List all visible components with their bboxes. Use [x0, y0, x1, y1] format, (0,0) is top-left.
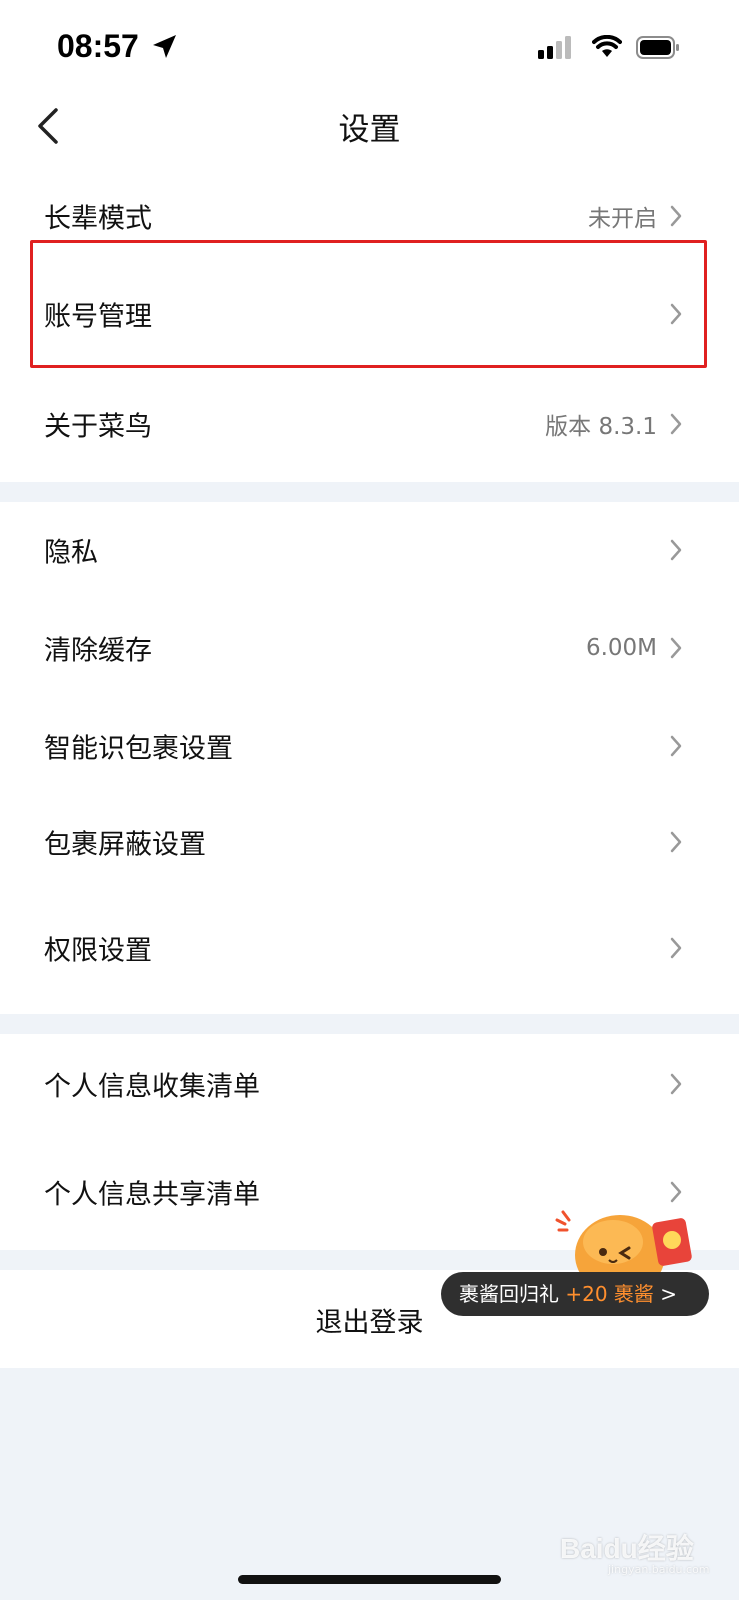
row-label: 清除缓存 [44, 635, 152, 667]
highlight-annotation-box [30, 240, 707, 368]
row-permission-settings[interactable]: 权限设置 [0, 894, 739, 1014]
chevron-right-icon [670, 937, 682, 959]
watermark-logo: Baidu经验 [560, 1533, 694, 1564]
row-elder-mode[interactable]: 长辈模式 未开启 [0, 162, 739, 252]
row-smart-package-settings[interactable]: 智能识包裹设置 [0, 698, 739, 796]
status-bar: 08:57 [0, 0, 739, 96]
promo-reward: +20 裹酱 [565, 1282, 654, 1306]
row-value: 未开启 [588, 206, 657, 232]
row-label: 关于菜鸟 [44, 411, 152, 443]
row-label: 长辈模式 [44, 203, 152, 235]
watermark-url: jingyan.baidu.com [608, 1563, 710, 1576]
chevron-right-icon [670, 637, 682, 659]
row-label: 个人信息收集清单 [44, 1071, 260, 1103]
promo-text: 裹酱回归礼 [459, 1282, 559, 1306]
row-value: 版本 8.3.1 [545, 414, 657, 440]
row-clear-cache[interactable]: 清除缓存 6.00M [0, 600, 739, 698]
chevron-right-icon [670, 205, 682, 227]
status-time: 08:57 [57, 28, 139, 64]
chevron-right-icon [670, 539, 682, 561]
chevron-right-icon [670, 831, 682, 853]
mascot-icon[interactable] [555, 1200, 715, 1280]
wifi-icon [592, 35, 622, 57]
row-about-cainiao[interactable]: 关于菜鸟 版本 8.3.1 [0, 362, 739, 472]
chevron-right-icon [670, 413, 682, 435]
row-label: 个人信息共享清单 [44, 1179, 260, 1211]
row-label: 包裹屏蔽设置 [44, 829, 206, 861]
promo-banner[interactable]: 裹酱回归礼 +20 裹酱 > [441, 1272, 709, 1316]
row-label: 智能识包裹设置 [44, 733, 233, 765]
page-title: 设置 [338, 112, 401, 148]
promo-arrow: > [660, 1282, 678, 1306]
row-label: 权限设置 [44, 935, 152, 967]
cellular-signal-icon [538, 36, 571, 59]
row-privacy[interactable]: 隐私 [0, 502, 739, 600]
row-personal-info-collection[interactable]: 个人信息收集清单 [0, 1034, 739, 1142]
settings-group-privacy: 隐私 清除缓存 6.00M 智能识包裹设置 包裹屏蔽设置 权限设置 [0, 502, 739, 1014]
row-package-block-settings[interactable]: 包裹屏蔽设置 [0, 796, 739, 894]
row-value: 6.00M [585, 635, 657, 661]
location-arrow-icon [153, 35, 176, 58]
home-indicator[interactable] [238, 1575, 501, 1584]
row-label: 隐私 [44, 537, 98, 569]
battery-icon [636, 36, 679, 59]
chevron-right-icon [670, 735, 682, 757]
chevron-right-icon [670, 1073, 682, 1095]
